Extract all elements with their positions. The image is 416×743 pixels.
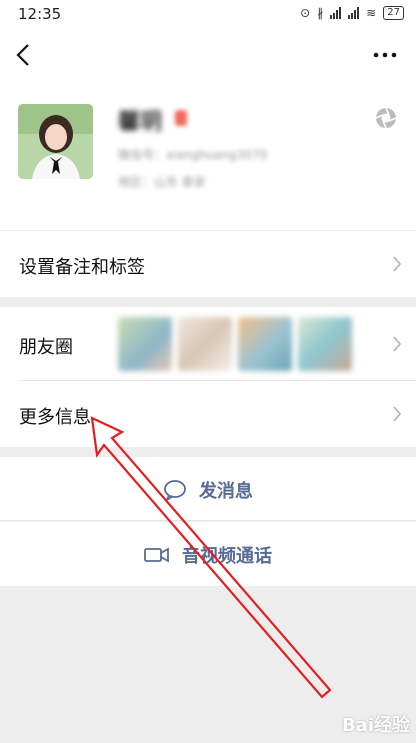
- video-camera-icon: [144, 547, 169, 563]
- send-message-button[interactable]: 发消息: [0, 457, 416, 521]
- send-message-label: 发消息: [199, 481, 253, 502]
- bluetooth-icon: ∦: [317, 6, 324, 20]
- action-divider: [0, 520, 416, 521]
- chat-bubble-icon: [164, 480, 186, 501]
- battery-indicator: 27: [383, 6, 404, 20]
- status-time: 12:35: [18, 5, 62, 23]
- moments-thumbnail: [238, 317, 292, 371]
- chevron-right-icon: [393, 256, 402, 272]
- moments-thumbnail: [298, 317, 352, 371]
- alarm-icon: ⊙: [300, 6, 311, 20]
- profile-region: 地区：山东 泰安: [118, 175, 206, 189]
- moments-thumbnails: [118, 317, 352, 371]
- avatar[interactable]: [18, 104, 93, 179]
- video-call-label: 音视频通话: [182, 546, 272, 567]
- more-info-label: 更多信息: [19, 407, 91, 428]
- signal-icon-2: [348, 7, 360, 19]
- status-icons: ⊙ ∦ ≋ 27: [300, 6, 404, 20]
- profile-card: 馨玥 微信号：xianghuang3070 地区：山东 泰安: [0, 82, 416, 230]
- moments-label: 朋友圈: [19, 337, 73, 358]
- video-call-content: 音视频通话: [0, 542, 416, 568]
- moments-thumbnail: [118, 317, 172, 371]
- signal-icon: [330, 7, 342, 19]
- profile-wechat-id: 微信号：xianghuang3070: [118, 148, 268, 162]
- send-message-content: 发消息: [0, 477, 416, 503]
- chevron-right-icon: [393, 336, 402, 352]
- video-call-button[interactable]: 音视频通话: [0, 522, 416, 586]
- gender-icon: [175, 110, 187, 126]
- status-bar: 12:35 ⊙ ∦ ≋ 27: [0, 0, 416, 30]
- chevron-right-icon: [393, 406, 402, 422]
- moments-row[interactable]: 朋友圈: [0, 307, 416, 381]
- watermark: Bai经验: [341, 715, 410, 736]
- remark-and-tags-label: 设置备注和标签: [19, 257, 145, 278]
- back-arrow-icon[interactable]: [10, 40, 40, 70]
- nav-bar: [0, 30, 416, 82]
- profile-nickname: 馨玥: [118, 110, 163, 135]
- more-info-row[interactable]: 更多信息: [0, 381, 416, 447]
- remark-and-tags-row[interactable]: 设置备注和标签: [0, 231, 416, 297]
- more-dots-icon[interactable]: [368, 40, 402, 70]
- wifi-icon: ≋: [366, 6, 377, 20]
- moments-thumbnail: [178, 317, 232, 371]
- camera-icon[interactable]: [374, 106, 398, 130]
